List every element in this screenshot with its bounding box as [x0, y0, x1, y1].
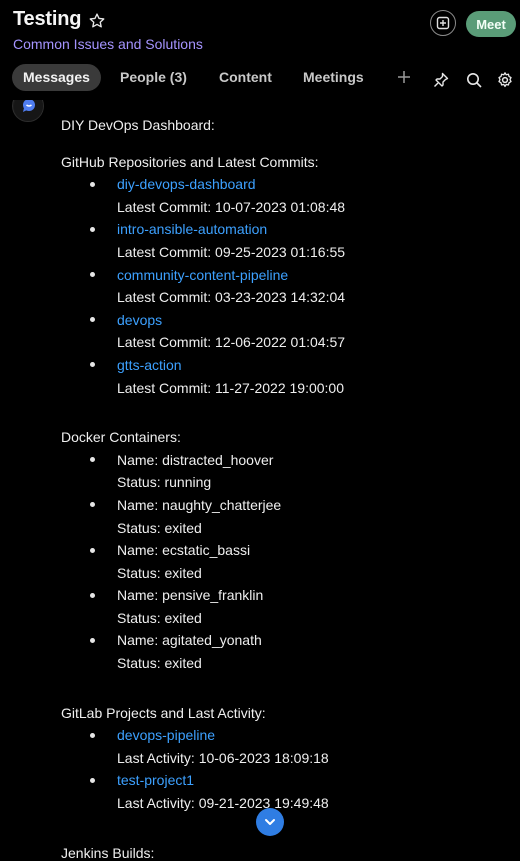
tab-people[interactable]: People (3)	[109, 64, 198, 91]
project-link[interactable]: devops-pipeline	[117, 724, 501, 747]
container-status: Status: exited	[117, 609, 202, 626]
scroll-to-bottom-button[interactable]	[256, 808, 284, 836]
list-item: Name: agitated_yonath Status: exited	[61, 629, 501, 674]
list-item: Name: pensive_franklin Status: exited	[61, 584, 501, 629]
list-item: Name: naughty_chatterjee Status: exited	[61, 494, 501, 539]
pin-icon[interactable]	[432, 71, 450, 89]
tab-meetings[interactable]: Meetings	[292, 64, 375, 91]
repo-link[interactable]: diy-devops-dashboard	[117, 173, 501, 196]
repo-link[interactable]: gtts-action	[117, 354, 501, 377]
project-link[interactable]: test-project1	[117, 769, 501, 792]
plus-icon[interactable]	[395, 68, 413, 86]
add-square-icon	[436, 16, 450, 30]
chevron-down-icon	[265, 819, 275, 825]
channel-title: Testing	[13, 8, 82, 30]
container-name: Name: naughty_chatterjee	[117, 496, 282, 513]
list-item: diy-devops-dashboard Latest Commit: 10-0…	[61, 173, 501, 218]
container-status: Status: exited	[117, 519, 202, 536]
channel-subtitle[interactable]: Common Issues and Solutions	[13, 36, 203, 52]
list-item: Name: ecstatic_bassi Status: exited	[61, 539, 501, 584]
repo-link[interactable]: community-content-pipeline	[117, 264, 501, 287]
docker-section-title: Docker Containers:	[61, 429, 181, 446]
jenkins-section-title: Jenkins Builds:	[61, 844, 155, 861]
repo-link[interactable]: devops	[117, 309, 501, 332]
container-status: Status: exited	[117, 564, 202, 581]
list-item: devops-pipeline Last Activity: 10-06-202…	[61, 724, 501, 769]
dashboard-heading: DIY DevOps Dashboard:	[61, 117, 215, 133]
container-name: Name: distracted_hoover	[117, 451, 274, 468]
search-icon[interactable]	[465, 71, 483, 89]
container-status: Status: running	[117, 474, 212, 491]
add-app-button[interactable]	[430, 10, 456, 36]
commit-detail: Latest Commit: 10-07-2023 01:08:48	[117, 198, 346, 215]
star-icon[interactable]	[88, 12, 106, 30]
github-repo-list: diy-devops-dashboard Latest Commit: 10-0…	[61, 173, 501, 399]
container-name: Name: pensive_franklin	[117, 587, 264, 604]
gitlab-project-list: devops-pipeline Last Activity: 10-06-202…	[61, 724, 501, 814]
list-item: test-project1 Last Activity: 09-21-2023 …	[61, 769, 501, 814]
activity-detail: Last Activity: 10-06-2023 18:09:18	[117, 749, 329, 766]
tab-messages[interactable]: Messages	[12, 64, 101, 91]
commit-detail: Latest Commit: 03-23-2023 14:32:04	[117, 289, 346, 306]
list-item: intro-ansible-automation Latest Commit: …	[61, 218, 501, 263]
container-status: Status: exited	[117, 655, 202, 672]
github-section-title: GitHub Repositories and Latest Commits:	[61, 153, 319, 170]
meet-button[interactable]: Meet	[466, 11, 516, 37]
commit-detail: Latest Commit: 12-06-2022 01:04:57	[117, 334, 346, 351]
container-name: Name: ecstatic_bassi	[117, 542, 251, 559]
list-item: devops Latest Commit: 12-06-2022 01:04:5…	[61, 309, 501, 354]
message-body: DIY DevOps Dashboard: GitHub Repositorie…	[61, 114, 501, 861]
activity-detail: Last Activity: 09-21-2023 19:49:48	[117, 795, 329, 812]
tab-content[interactable]: Content	[208, 64, 283, 91]
list-item: community-content-pipeline Latest Commit…	[61, 264, 501, 309]
container-name: Name: agitated_yonath	[117, 632, 262, 649]
app-window: DIY DevOps Dashboard: GitHub Repositorie…	[0, 0, 520, 861]
list-item: gtts-action Latest Commit: 11-27-2022 19…	[61, 354, 501, 399]
list-item: Name: distracted_hoover Status: running	[61, 449, 501, 494]
commit-detail: Latest Commit: 11-27-2022 19:00:00	[117, 379, 344, 396]
docker-container-list: Name: distracted_hoover Status: running …	[61, 449, 501, 675]
channel-header: Testing Common Issues and Solutions Meet…	[0, 0, 520, 100]
repo-link[interactable]: intro-ansible-automation	[117, 218, 501, 241]
gitlab-section-title: GitLab Projects and Last Activity:	[61, 704, 266, 721]
gear-icon[interactable]	[496, 71, 514, 89]
commit-detail: Latest Commit: 09-25-2023 01:16:55	[117, 243, 346, 260]
